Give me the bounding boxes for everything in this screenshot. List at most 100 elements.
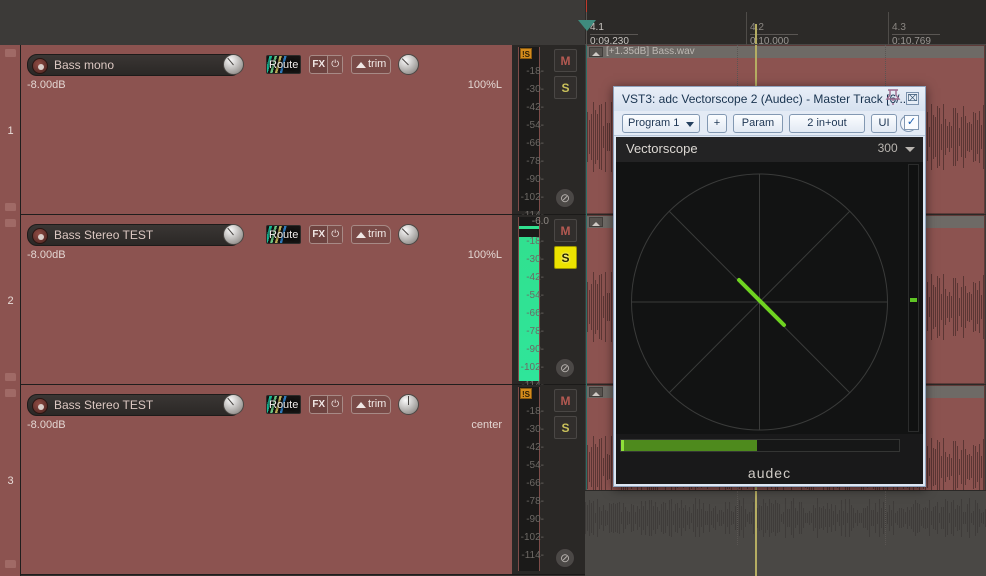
brand-logo: audec xyxy=(616,465,923,481)
trim-envelope-button[interactable]: trim xyxy=(351,55,391,74)
fx-button[interactable]: FX ⏻ xyxy=(309,395,343,414)
phase-invert-button[interactable]: ⊘ xyxy=(555,188,575,208)
fx-button[interactable]: FX ⏻ xyxy=(309,55,343,74)
route-button[interactable]: Route xyxy=(266,225,301,244)
clip-indicator[interactable]: !S xyxy=(520,48,532,59)
solo-button[interactable]: S xyxy=(554,246,577,269)
pan-knob[interactable] xyxy=(398,394,419,415)
panel-title: Vectorscope xyxy=(626,141,698,156)
track-number: 2 xyxy=(0,295,21,307)
track-number-gutter[interactable]: 3 xyxy=(0,385,21,576)
track-number-gutter[interactable]: 2 xyxy=(0,215,21,385)
trim-envelope-button[interactable]: trim xyxy=(351,225,391,244)
track-pan-label[interactable]: center xyxy=(471,419,502,431)
timeline-ruler[interactable]: 4.1 0:09.230 4.2 0:10.000 4.3 0:10.769 xyxy=(585,0,986,45)
play-cursor xyxy=(755,491,757,576)
track-pan-label[interactable]: 100%L xyxy=(468,79,502,91)
io-button[interactable]: 2 in+out xyxy=(789,114,865,133)
pin-icon[interactable] xyxy=(885,88,901,108)
track-pan-label[interactable]: 100%L xyxy=(468,249,502,261)
track-meter-column[interactable]: -18- -30- -42- -54- -66- -78- -90- -102-… xyxy=(512,385,585,575)
meter-scale-tick: -102- xyxy=(514,189,544,207)
meter-scale-tick: -54- xyxy=(514,457,544,475)
route-button-label: Route xyxy=(269,399,298,411)
ruler-bar-label: 4.1 xyxy=(590,22,638,35)
track-panel[interactable]: 1 Bass mono Route FX ⏻ xyxy=(0,45,585,215)
track-panel[interactable]: 3 Bass Stereo TEST Route FX ⏻ xyxy=(0,385,585,576)
fx-button-label: FX xyxy=(310,226,327,243)
fx-bypass-icon[interactable]: ⏻ xyxy=(327,226,342,243)
record-arm-button[interactable] xyxy=(32,228,48,244)
track-name-field[interactable]: Bass mono xyxy=(27,54,241,76)
record-arm-button[interactable] xyxy=(32,58,48,74)
folder-icon[interactable] xyxy=(5,203,16,211)
route-button[interactable]: Route xyxy=(266,395,301,414)
meter-scale-tick: -54- xyxy=(514,117,544,135)
plugin-window[interactable]: VST3: adc Vectorscope 2 (Audec) - Master… xyxy=(613,86,926,487)
route-button-label: Route xyxy=(269,59,298,71)
vectorscope-canvas xyxy=(619,164,900,432)
track-volume-label[interactable]: -8.00dB xyxy=(27,419,66,431)
program-select-value: Program 1 xyxy=(628,117,679,129)
folder-icon[interactable] xyxy=(5,219,16,227)
mute-button[interactable]: M xyxy=(554,49,577,72)
ruler-bar-label: 4.3 xyxy=(892,22,940,35)
phase-invert-button[interactable]: ⊘ xyxy=(555,358,575,378)
volume-knob[interactable] xyxy=(223,394,244,415)
fx-bypass-icon[interactable]: ⏻ xyxy=(327,396,342,413)
pan-knob[interactable] xyxy=(398,224,419,245)
meter-scale-tick: -18- xyxy=(514,233,544,251)
close-icon[interactable]: ⌧ xyxy=(906,92,919,105)
track-panel[interactable]: 2 Bass Stereo TEST Route FX ⏻ xyxy=(0,215,585,385)
volume-knob[interactable] xyxy=(223,224,244,245)
plugin-toolbar: Program 1 + Param 2 in+out UI ✓ xyxy=(614,111,925,136)
track-meter-column[interactable]: -6.0 -18- -30- -42- -54- -66- -78- -90- … xyxy=(512,215,585,385)
track-number: 3 xyxy=(0,475,21,487)
ui-toggle-button[interactable]: UI xyxy=(871,114,897,133)
master-track-lane[interactable] xyxy=(585,490,986,576)
record-arm-button[interactable] xyxy=(32,398,48,414)
enable-checkbox[interactable]: ✓ xyxy=(904,115,919,130)
ruler-bar-label: 4.2 xyxy=(750,22,798,35)
range-select[interactable]: 300 xyxy=(878,141,915,155)
mute-button[interactable]: M xyxy=(554,389,577,412)
meter-scale-tick: -42- xyxy=(514,269,544,287)
knob-needle xyxy=(227,58,234,66)
volume-knob[interactable] xyxy=(223,54,244,75)
add-preset-button[interactable]: + xyxy=(707,114,727,133)
folder-icon[interactable] xyxy=(5,389,16,397)
program-select[interactable]: Program 1 xyxy=(622,114,700,133)
trim-envelope-button[interactable]: trim xyxy=(351,395,391,414)
folder-icon[interactable] xyxy=(5,373,16,381)
solo-button[interactable]: S xyxy=(554,416,577,439)
folder-icon[interactable] xyxy=(5,560,16,568)
mute-button[interactable]: M xyxy=(554,219,577,242)
solo-button[interactable]: S xyxy=(554,76,577,99)
pan-knob[interactable] xyxy=(398,54,419,75)
fx-bypass-icon[interactable]: ⏻ xyxy=(327,56,342,73)
track-name-label: Bass Stereo TEST xyxy=(54,398,153,412)
fx-button-label: FX xyxy=(310,396,327,413)
chevron-down-icon xyxy=(686,122,694,127)
fx-button[interactable]: FX ⏻ xyxy=(309,225,343,244)
folder-icon[interactable] xyxy=(5,49,16,57)
track-volume-label[interactable]: -8.00dB xyxy=(27,249,66,261)
ruler-tick: 4.2 0:10.000 xyxy=(746,12,747,45)
track-number: 1 xyxy=(0,125,21,137)
route-button[interactable]: Route xyxy=(266,55,301,74)
waveform-icon xyxy=(589,47,603,57)
param-button[interactable]: Param xyxy=(733,114,783,133)
meter-scale-tick: -42- xyxy=(514,99,544,117)
trim-button-label: trim xyxy=(368,398,386,410)
vectorscope-display[interactable] xyxy=(616,162,923,434)
phase-invert-button[interactable]: ⊘ xyxy=(555,548,575,568)
track-volume-label[interactable]: -8.00dB xyxy=(27,79,66,91)
plugin-window-titlebar[interactable]: VST3: adc Vectorscope 2 (Audec) - Master… xyxy=(614,87,925,111)
track-name-field[interactable]: Bass Stereo TEST xyxy=(27,394,241,416)
grid-line xyxy=(737,491,738,545)
track-meter-column[interactable]: -18- -30- -42- -54- -66- -78- -90- -102-… xyxy=(512,45,585,215)
envelope-icon xyxy=(356,232,366,238)
clip-indicator[interactable]: !S xyxy=(520,388,532,399)
track-number-gutter[interactable]: 1 xyxy=(0,45,21,215)
track-name-field[interactable]: Bass Stereo TEST xyxy=(27,224,241,246)
